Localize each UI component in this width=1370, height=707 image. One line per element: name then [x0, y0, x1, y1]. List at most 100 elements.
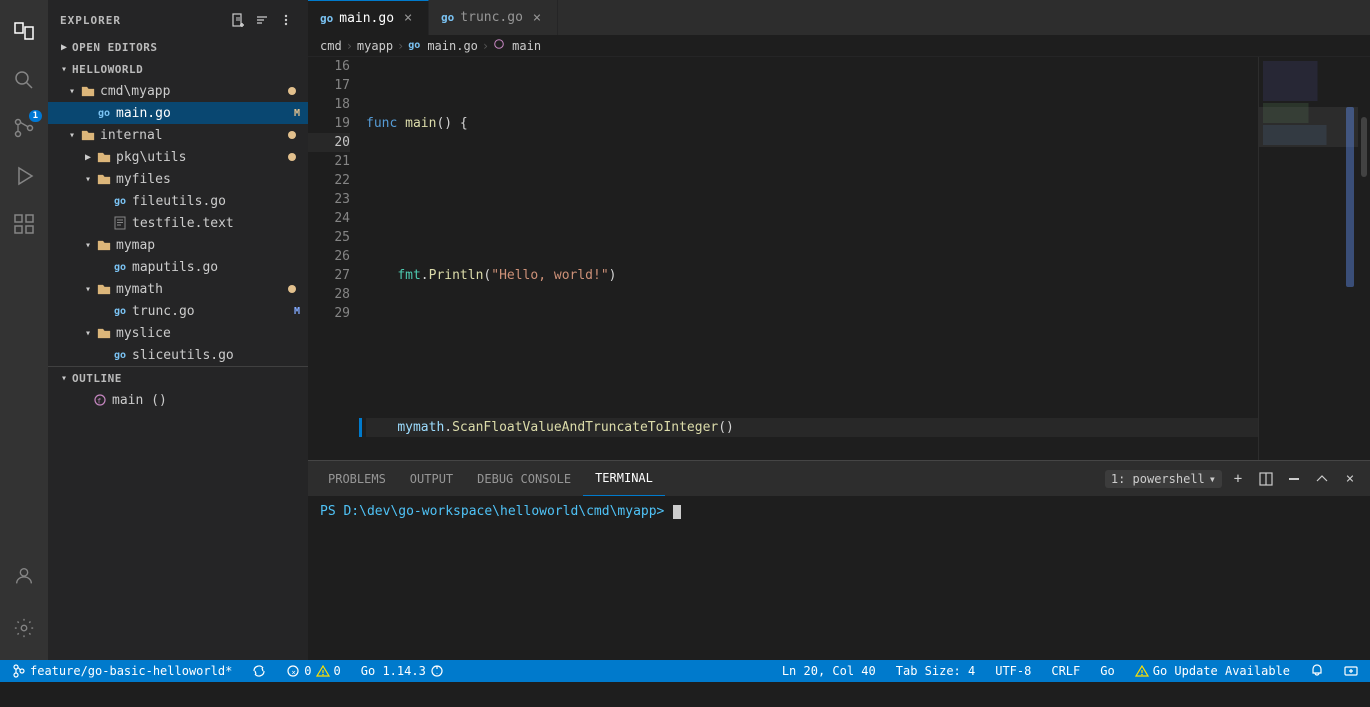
code-line-20: mymath.ScanFloatValueAndTruncateToIntege…: [366, 418, 1258, 437]
trunc-go-icon: go: [112, 303, 128, 319]
sync-status[interactable]: [248, 664, 270, 678]
split-terminal-button[interactable]: [1254, 467, 1278, 491]
main-go-badge: M: [294, 108, 300, 119]
search-icon[interactable]: [0, 56, 48, 104]
myslice-icon: [96, 325, 112, 341]
tab-size-status[interactable]: Tab Size: 4: [892, 664, 979, 678]
tab-output[interactable]: OUTPUT: [398, 461, 465, 496]
remote-status[interactable]: [1340, 664, 1362, 678]
tree-item-myslice[interactable]: ▾ myslice: [48, 322, 308, 344]
more-options-icon[interactable]: [276, 10, 296, 30]
maputils-go-icon: go: [112, 259, 128, 275]
tree-item-mymap[interactable]: ▾ mymap: [48, 234, 308, 256]
line-ending-status[interactable]: CRLF: [1047, 664, 1084, 678]
panel-tab-actions: 1: powershell ▾ + ×: [1105, 467, 1362, 491]
go-version-status[interactable]: Go 1.14.3: [357, 664, 448, 678]
myslice-arrow: ▾: [80, 325, 96, 341]
tree-item-maputils-go[interactable]: ▸ go maputils.go: [48, 256, 308, 278]
tree-label-testfile-text: testfile.text: [132, 216, 300, 231]
tree-item-testfile-text[interactable]: ▸ testfile.text: [48, 212, 308, 234]
go-update-label: Go Update Available: [1153, 664, 1290, 678]
terminal-cursor: [673, 505, 681, 519]
tab-trunc-go-close[interactable]: ×: [529, 10, 545, 26]
go-update-status[interactable]: Go Update Available: [1131, 664, 1294, 678]
language-status[interactable]: Go: [1096, 664, 1118, 678]
collapse-all-icon[interactable]: [252, 10, 272, 30]
tab-problems[interactable]: PROBLEMS: [316, 461, 398, 496]
breadcrumb-sep-2: ›: [397, 39, 404, 53]
activity-bar: 1: [0, 0, 48, 660]
errors-warnings-status[interactable]: ✕ 0 0: [282, 664, 344, 678]
sliceutils-go-icon: go: [112, 347, 128, 363]
open-editors-header[interactable]: ▶ OPEN EDITORS: [48, 36, 308, 58]
tab-output-label: OUTPUT: [410, 472, 453, 486]
run-icon[interactable]: [0, 152, 48, 200]
code-line-17: [366, 190, 1258, 209]
tree-item-trunc-go[interactable]: ▸ go trunc.go M: [48, 300, 308, 322]
tab-main-go-icon: go: [320, 12, 333, 25]
open-editors-label: OPEN EDITORS: [72, 41, 300, 54]
close-panel-button[interactable]: ×: [1338, 467, 1362, 491]
code-terminal-area: 16 17 18 19 20 21 22 23 24 25 26 27 28 2…: [308, 57, 1370, 660]
explorer-icon[interactable]: [0, 8, 48, 56]
sidebar-header: EXPLORER: [48, 0, 308, 36]
line-numbers: 16 17 18 19 20 21 22 23 24 25 26 27 28 2…: [308, 57, 358, 460]
tree-item-cmd-myapp[interactable]: ▾ cmd\myapp: [48, 80, 308, 102]
helloworld-header[interactable]: ▾ HELLOWORLD: [48, 58, 308, 80]
encoding-label: UTF-8: [995, 664, 1031, 678]
tree-item-internal[interactable]: ▾ internal: [48, 124, 308, 146]
tab-main-go-close[interactable]: ×: [400, 10, 416, 26]
tab-main-go[interactable]: go main.go ×: [308, 0, 429, 35]
breadcrumb-sep-1: ›: [346, 39, 353, 53]
go-version-label: Go 1.14.3: [361, 664, 426, 678]
breadcrumb: cmd › myapp › go main.go › main: [308, 35, 1370, 57]
tree-item-pkg-utils[interactable]: ▶ pkg\utils: [48, 146, 308, 168]
outline-arrow: ▾: [56, 370, 72, 386]
kill-terminal-button[interactable]: [1282, 467, 1306, 491]
source-control-icon[interactable]: 1: [0, 104, 48, 152]
main-layout: EXPLORER ▶ OPEN EDITORS: [48, 0, 1370, 660]
code-content[interactable]: func main() { fmt.Println("Hello, world!…: [358, 57, 1258, 460]
tab-terminal[interactable]: TERMINAL: [583, 461, 665, 496]
tree-item-myfiles[interactable]: ▾ myfiles: [48, 168, 308, 190]
scroll-track[interactable]: [1358, 57, 1370, 460]
git-branch-status[interactable]: feature/go-basic-helloworld*: [8, 664, 236, 678]
myfiles-icon: [96, 171, 112, 187]
internal-arrow: ▾: [64, 127, 80, 143]
cursor-position-status[interactable]: Ln 20, Col 40: [778, 664, 880, 678]
errors-count: 0: [304, 664, 311, 678]
terminal-content[interactable]: PS D:\dev\go-workspace\helloworld\cmd\my…: [308, 496, 1370, 660]
breadcrumb-cmd[interactable]: cmd: [320, 39, 342, 53]
code-editor[interactable]: 16 17 18 19 20 21 22 23 24 25 26 27 28 2…: [308, 57, 1370, 460]
add-terminal-button[interactable]: +: [1226, 467, 1250, 491]
tree-item-fileutils-go[interactable]: ▸ go fileutils.go: [48, 190, 308, 212]
terminal-prompt: PS D:\dev\go-workspace\helloworld\cmd\my…: [320, 504, 681, 519]
new-file-icon[interactable]: [228, 10, 248, 30]
maximize-panel-button[interactable]: [1310, 467, 1334, 491]
tree-label-internal: internal: [100, 128, 288, 143]
breadcrumb-maingo[interactable]: main.go: [427, 39, 478, 53]
helloworld-label: HELLOWORLD: [72, 63, 300, 76]
settings-icon[interactable]: [0, 604, 48, 652]
warnings-count: 0: [334, 664, 341, 678]
tab-terminal-label: TERMINAL: [595, 471, 653, 485]
scroll-thumb[interactable]: [1361, 117, 1367, 177]
tree-item-main-go[interactable]: ▸ go main.go M: [48, 102, 308, 124]
extensions-icon[interactable]: [0, 200, 48, 248]
pkg-utils-dot: [288, 153, 296, 161]
account-icon[interactable]: [0, 552, 48, 600]
breadcrumb-myapp[interactable]: myapp: [357, 39, 393, 53]
editor-main: go main.go × go trunc.go × cmd › myapp ›…: [308, 0, 1370, 660]
outline-item-main[interactable]: f main (): [48, 389, 308, 411]
tree-item-mymath[interactable]: ▾ mymath: [48, 278, 308, 300]
notifications-status[interactable]: [1306, 664, 1328, 678]
status-bar-right: Ln 20, Col 40 Tab Size: 4 UTF-8 CRLF Go …: [778, 664, 1362, 678]
tree-item-sliceutils-go[interactable]: ▸ go sliceutils.go: [48, 344, 308, 366]
tab-debug-console[interactable]: DEBUG CONSOLE: [465, 461, 583, 496]
terminal-selector-dropdown[interactable]: 1: powershell ▾: [1105, 470, 1222, 488]
outline-header[interactable]: ▾ OUTLINE: [48, 367, 308, 389]
breadcrumb-main[interactable]: main: [512, 39, 541, 53]
encoding-status[interactable]: UTF-8: [991, 664, 1035, 678]
tab-trunc-go[interactable]: go trunc.go ×: [429, 0, 558, 35]
minimap-highlight: [1259, 107, 1358, 147]
